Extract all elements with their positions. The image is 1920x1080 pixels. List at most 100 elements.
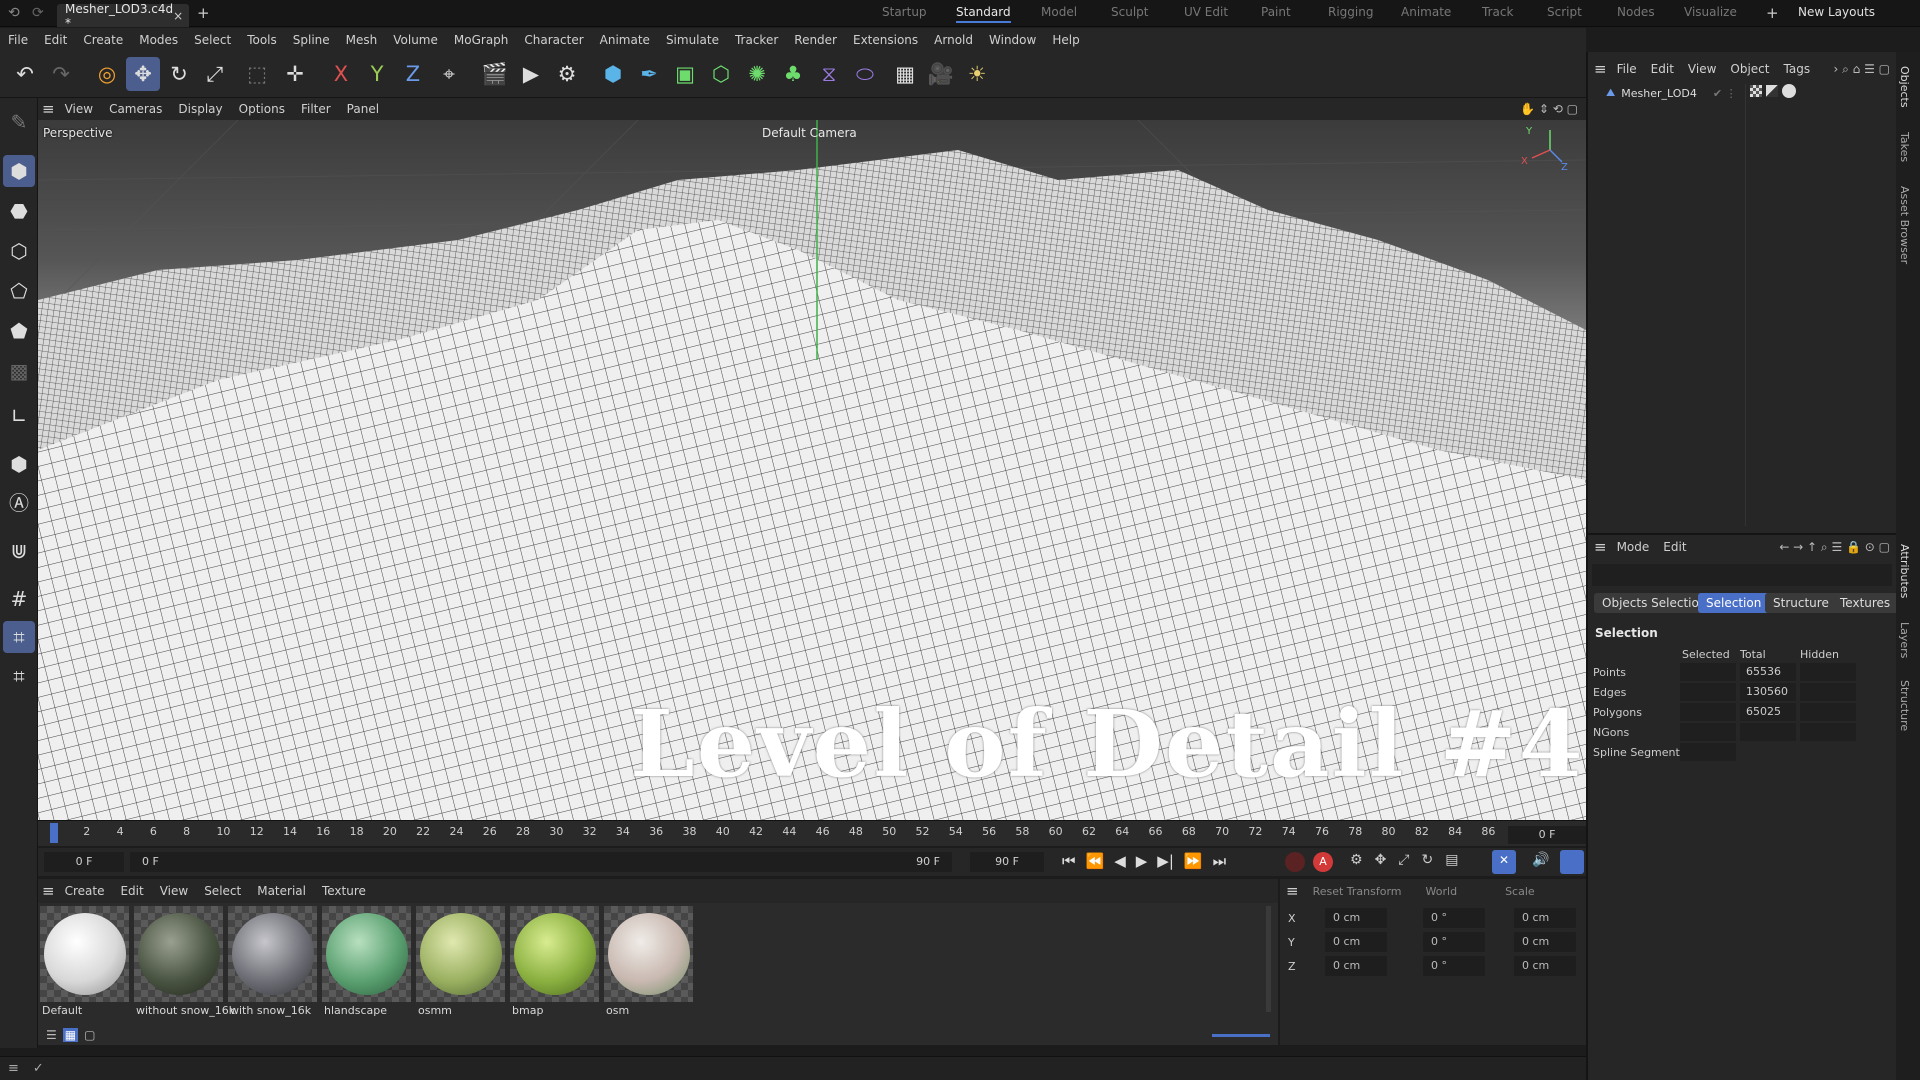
next-key-icon[interactable]: ⏩ [1184,852,1203,870]
forward-icon[interactable]: ⟳ [32,5,44,21]
side-tab-takes[interactable]: Takes [1898,132,1911,162]
attributes-menu-mode[interactable]: Mode [1617,540,1650,554]
scale-x-field[interactable]: 0 cm [1514,908,1576,928]
timeline-mode-icon[interactable] [1560,850,1584,874]
render-view-icon[interactable]: 🎬 [478,57,512,91]
previous-frame-icon[interactable]: ◀ [1114,852,1126,870]
menu-simulate[interactable]: Simulate [666,33,719,47]
layout-tab-nodes[interactable]: Nodes [1617,5,1655,19]
workplane-lock-icon[interactable]: ⌗ [3,621,35,653]
material-swatch-hlandscape[interactable] [322,906,411,1002]
rotation-b-field[interactable]: 0 ° [1423,956,1485,976]
layout-tab-standard[interactable]: Standard [956,5,1011,23]
key-filter-icon[interactable]: ✕ [1492,850,1516,874]
position-x-field[interactable]: 0 cm [1325,908,1387,928]
menu-tracker[interactable]: Tracker [735,33,778,47]
document-tab[interactable]: Mesher_LOD3.c4d * × [57,2,189,30]
coordinate-system-icon[interactable]: ⌖ [432,57,466,91]
viewport-nav-icons[interactable]: ✋ ⇕ ⟲ ▢ [1520,102,1578,116]
reset-transform-button[interactable]: Reset Transform [1313,885,1402,898]
material-scrollbar[interactable] [1266,906,1271,1012]
record-icon[interactable]: A [1313,852,1333,872]
solo-mode-icon[interactable]: ⬢ [3,448,35,480]
tab-selection[interactable]: Selection [1698,593,1770,613]
layout-tab-track[interactable]: Track [1482,5,1513,19]
redo-icon[interactable]: ↷ [44,57,78,91]
scale-tool-icon[interactable]: ⤢ [198,57,232,91]
side-tab-objects[interactable]: Objects [1898,66,1911,108]
layout-tab-paint[interactable]: Paint [1261,5,1291,19]
material-zoom-slider[interactable] [1212,1034,1270,1037]
render-settings-icon[interactable]: ⚙ [550,57,584,91]
material-menu-create[interactable]: Create [65,884,105,898]
material-swatch-without-snow[interactable] [134,906,223,1002]
extrude-icon[interactable]: ⬡ [704,57,738,91]
objects-menu-tags[interactable]: Tags [1784,62,1811,76]
coordinate-space-select[interactable]: World [1426,885,1458,898]
menu-spline[interactable]: Spline [293,33,330,47]
list-view-icon[interactable]: ☰ [46,1028,57,1042]
layout-tab-script[interactable]: Script [1547,5,1582,19]
material-menu-select[interactable]: Select [204,884,241,898]
objects-menu-edit[interactable]: Edit [1651,62,1674,76]
new-layouts-button[interactable]: New Layouts [1798,5,1875,19]
menu-mesh[interactable]: Mesh [346,33,378,47]
material-name-default[interactable]: Default [42,1004,82,1017]
previous-key-icon[interactable]: ⏪ [1086,852,1105,870]
rotation-h-field[interactable]: 0 ° [1423,908,1485,928]
points-mode-icon[interactable]: ⬡ [3,235,35,267]
side-tab-structure[interactable]: Structure [1898,680,1911,731]
object-manager-tools-icons[interactable]: › ⌕ ⌂ ☰ ▢ [1834,62,1891,77]
x-axis-lock-icon[interactable]: X [324,57,358,91]
hamburger-icon[interactable]: ≡ [42,100,55,118]
layout-tab-uv-edit[interactable]: UV Edit [1184,5,1228,19]
viewport-solo-icon[interactable]: Ⓐ [3,485,35,517]
material-name-hlandscape[interactable]: hlandscape [324,1004,387,1017]
menu-select[interactable]: Select [194,33,231,47]
menu-arnold[interactable]: Arnold [934,33,973,47]
add-layout-icon[interactable]: + [1766,4,1779,22]
material-menu-material[interactable]: Material [257,884,306,898]
layout-tab-rigging[interactable]: Rigging [1328,5,1373,19]
layout-tab-animate[interactable]: Animate [1401,5,1451,19]
key-param-icon[interactable]: ▤ [1445,852,1458,868]
menu-volume[interactable]: Volume [393,33,438,47]
layout-tab-startup[interactable]: Startup [882,5,927,19]
camera-icon[interactable]: 🎥 [924,57,958,91]
menu-tools[interactable]: Tools [247,33,277,47]
render-picture-viewer-icon[interactable]: ▶ [514,57,548,91]
viewport-menu-view[interactable]: View [65,102,93,116]
menu-render[interactable]: Render [794,33,837,47]
menu-edit[interactable]: Edit [44,33,67,47]
rotate-tool-icon[interactable]: ↻ [162,57,196,91]
material-name-with-snow[interactable]: with snow_16k [230,1004,311,1017]
texture-tag-icon[interactable] [1750,85,1762,97]
z-axis-lock-icon[interactable]: Z [396,57,430,91]
viewport-projection-label[interactable]: Perspective [43,126,113,140]
grid-icon[interactable]: ⌗ [3,660,35,692]
range-slider[interactable]: 0 F 90 F [130,852,952,872]
go-to-end-icon[interactable]: ⏭ [1213,852,1227,870]
sound-icon[interactable]: 🔊 [1532,852,1549,868]
viewport-menu-panel[interactable]: Panel [347,102,379,116]
material-name-osm[interactable]: osm [606,1004,629,1017]
layout-tab-model[interactable]: Model [1041,5,1077,19]
material-swatch-osm[interactable] [604,906,693,1002]
y-axis-lock-icon[interactable]: Y [360,57,394,91]
scale-z-field[interactable]: 0 cm [1514,956,1576,976]
layout-tab-sculpt[interactable]: Sculpt [1111,5,1148,19]
large-view-icon[interactable]: ▢ [84,1028,95,1042]
play-icon[interactable]: ▶ [1136,852,1148,870]
rotation-p-field[interactable]: 0 ° [1423,932,1485,952]
field-icon[interactable]: ⬭ [848,57,882,91]
workplane-icon[interactable]: # [3,583,35,615]
hamburger-icon[interactable]: ≡ [42,882,55,900]
material-name-osmm[interactable]: osmm [418,1004,452,1017]
start-frame-field[interactable]: 0 F [44,852,124,872]
status-menu-icon[interactable]: ≡ [8,1061,19,1076]
attribute-path-field[interactable] [1592,564,1892,586]
hamburger-icon[interactable]: ≡ [1286,882,1299,900]
coordinate-mode-select[interactable]: Scale [1505,885,1535,898]
viewport-menu-filter[interactable]: Filter [301,102,331,116]
material-menu-edit[interactable]: Edit [120,884,143,898]
